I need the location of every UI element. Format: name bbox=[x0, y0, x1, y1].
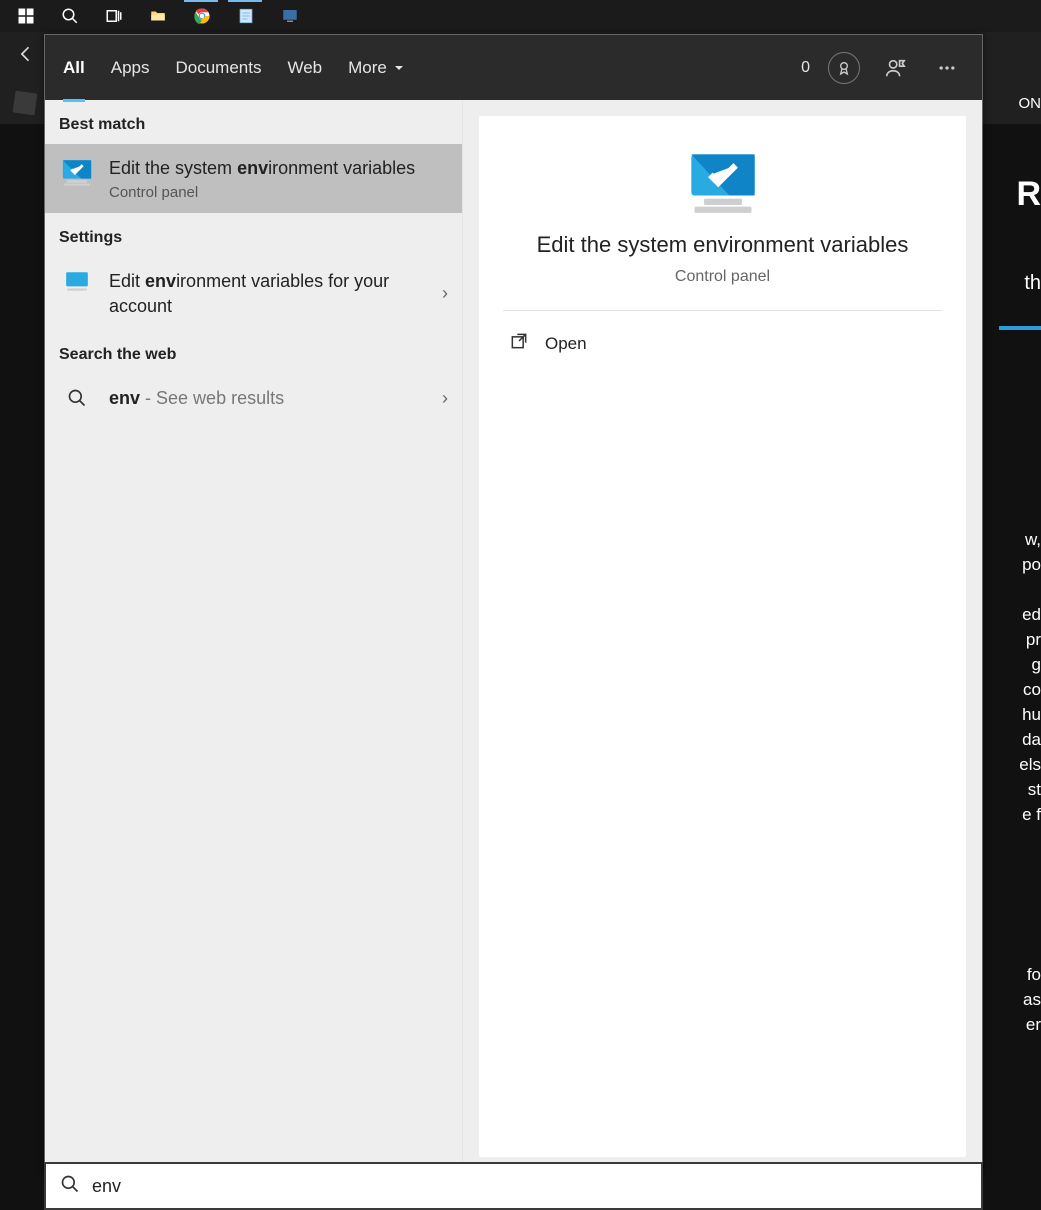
result-best-match[interactable]: Edit the system environment variables Co… bbox=[45, 144, 462, 213]
app-thumbnail-icon bbox=[13, 91, 38, 116]
result-subtitle: Control panel bbox=[109, 184, 448, 201]
tab-documents[interactable]: Documents bbox=[175, 38, 261, 98]
monitor-icon bbox=[59, 156, 95, 188]
bg-frag: g bbox=[1032, 655, 1041, 675]
bg-frag: po bbox=[1022, 555, 1041, 575]
notepad-icon[interactable] bbox=[224, 0, 268, 32]
section-search-web: Search the web bbox=[45, 330, 462, 374]
bg-tab-underline bbox=[999, 326, 1041, 330]
search-panel: All Apps Documents Web More 0 Best mat bbox=[44, 34, 983, 1174]
taskbar bbox=[0, 0, 1041, 32]
search-bar[interactable] bbox=[44, 1162, 983, 1210]
chevron-right-icon: › bbox=[442, 388, 448, 409]
bg-partial-th: th bbox=[1024, 272, 1041, 295]
details-subtitle: Control panel bbox=[503, 268, 942, 286]
bg-partial-r: R bbox=[1016, 175, 1041, 214]
screen-sketch-icon[interactable] bbox=[268, 0, 312, 32]
start-button[interactable] bbox=[4, 0, 48, 32]
tab-web[interactable]: Web bbox=[287, 38, 322, 98]
bg-frag: co bbox=[1023, 680, 1041, 700]
result-title: Edit the system environment variables bbox=[109, 156, 448, 180]
file-explorer-icon[interactable] bbox=[136, 0, 180, 32]
task-view-icon[interactable] bbox=[92, 0, 136, 32]
bg-frag: w, bbox=[1025, 530, 1041, 550]
taskbar-search-icon[interactable] bbox=[48, 0, 92, 32]
bg-frag: fo bbox=[1027, 965, 1041, 985]
open-icon bbox=[509, 331, 529, 356]
results-left-pane: Best match Edit the system environment v… bbox=[45, 100, 463, 1173]
chrome-icon[interactable] bbox=[180, 0, 224, 32]
tab-more-label: More bbox=[348, 58, 387, 78]
feedback-person-icon[interactable] bbox=[878, 51, 912, 85]
bg-frag: e f bbox=[1022, 805, 1041, 825]
action-open-label: Open bbox=[545, 334, 587, 354]
bg-frag: as bbox=[1023, 990, 1041, 1010]
details-right-pane: Edit the system environment variables Co… bbox=[479, 116, 966, 1157]
bg-partial-on: ON bbox=[1019, 95, 1041, 112]
result-title: Edit environment variables for your acco… bbox=[109, 269, 428, 318]
bg-frag: pr bbox=[1026, 630, 1041, 650]
search-input[interactable] bbox=[92, 1176, 967, 1197]
search-icon bbox=[60, 1174, 80, 1199]
details-title: Edit the system environment variables bbox=[503, 232, 942, 258]
search-header: All Apps Documents Web More 0 bbox=[45, 35, 982, 100]
section-settings: Settings bbox=[45, 213, 462, 257]
caret-down-icon bbox=[393, 62, 405, 74]
result-title: env - See web results bbox=[109, 386, 428, 410]
result-web-env[interactable]: env - See web results › bbox=[45, 374, 462, 422]
rewards-count: 0 bbox=[801, 59, 810, 77]
section-best-match: Best match bbox=[45, 100, 462, 144]
monitor-icon bbox=[59, 269, 95, 293]
action-open[interactable]: Open bbox=[503, 311, 942, 376]
tab-all[interactable]: All bbox=[63, 38, 85, 98]
hero-monitor-icon bbox=[685, 154, 761, 218]
bg-frag: hu bbox=[1022, 705, 1041, 725]
bg-frag: da bbox=[1022, 730, 1041, 750]
ellipsis-icon[interactable] bbox=[930, 51, 964, 85]
rewards-medal-icon[interactable] bbox=[828, 52, 860, 84]
back-arrow-icon[interactable] bbox=[14, 42, 38, 66]
bg-frag: st bbox=[1028, 780, 1041, 800]
chevron-right-icon: › bbox=[442, 283, 448, 304]
result-settings-env-user[interactable]: Edit environment variables for your acco… bbox=[45, 257, 462, 330]
search-icon bbox=[59, 386, 95, 408]
tab-more[interactable]: More bbox=[348, 38, 405, 98]
bg-frag: er bbox=[1026, 1015, 1041, 1035]
tab-apps[interactable]: Apps bbox=[111, 38, 150, 98]
bg-frag: els bbox=[1019, 755, 1041, 775]
bg-frag: ed bbox=[1022, 605, 1041, 625]
